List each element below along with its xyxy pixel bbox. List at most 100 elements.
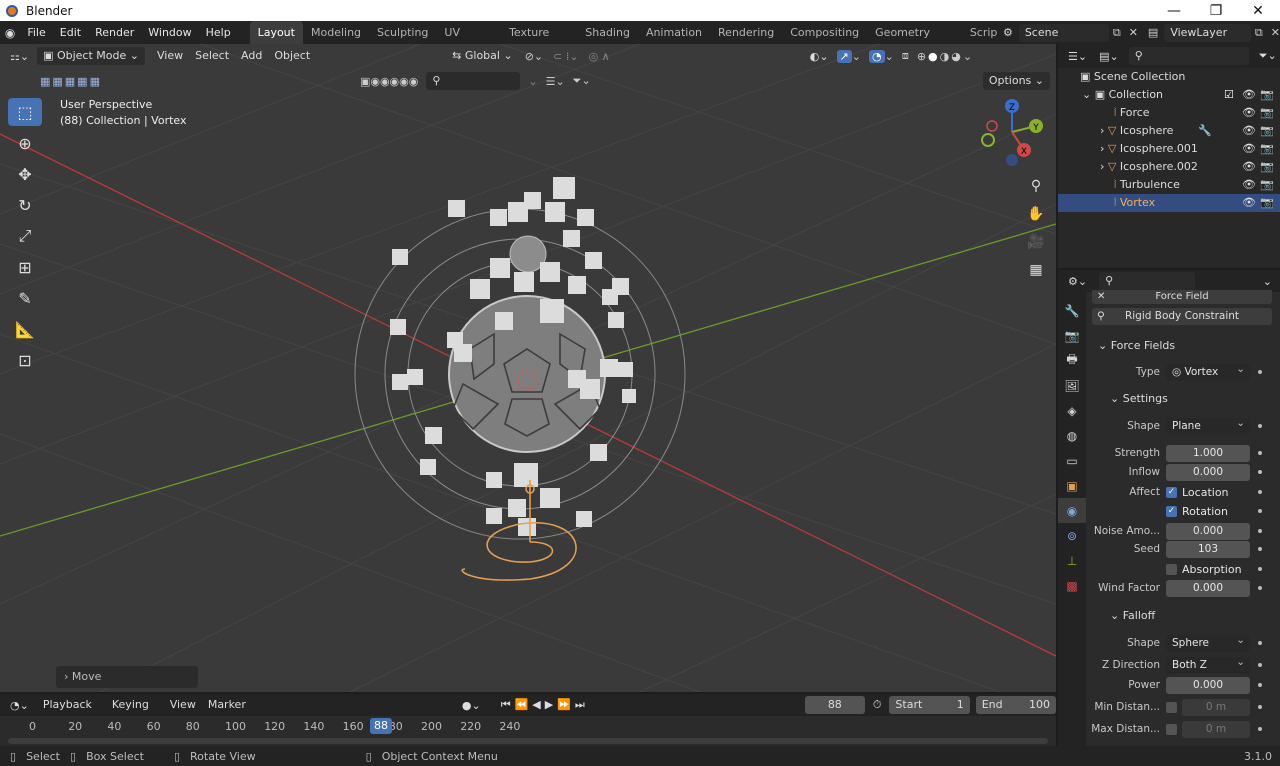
outliner-item-turbulence[interactable]: ⦚ Turbulence 👁 📷 [1058,176,1280,194]
pivot-icon[interactable]: ⊘⌄ [525,50,543,63]
maximize-button[interactable]: ❐ [1196,0,1236,21]
outliner-scene-collection[interactable]: ▣ Scene Collection [1058,68,1280,86]
viewport-menu-add[interactable]: Add [235,47,268,65]
rigid-body-constraint-button[interactable]: ⚲ Rigid Body Constraint [1092,308,1272,325]
force-fields-panel-header[interactable]: ⌄ Force Fields [1086,336,1280,356]
scene-copy-icon[interactable]: ⧉ [1113,26,1121,40]
shading-rendered-icon[interactable]: ◕ [951,50,961,63]
add-cube-tool-icon[interactable]: ⊡ [8,346,42,374]
tab-scripting[interactable]: Scripting [962,21,997,44]
outliner-filter-icon[interactable]: ⏷⌄ [1259,49,1277,63]
output-tab-icon[interactable]: 🖶 [1058,348,1086,373]
tab-animation[interactable]: Animation [638,21,710,44]
shape-keyframe-dot[interactable] [1258,424,1262,428]
seed-keyframe-dot[interactable] [1258,547,1262,551]
seed-field[interactable]: 103 [1166,540,1250,558]
blender-menu-icon[interactable]: ◉ [0,26,20,40]
absorption-keyframe-dot[interactable] [1258,567,1262,571]
shading-material-icon[interactable]: ◑ [940,50,950,63]
texture-tab-icon[interactable]: ▩ [1058,573,1086,598]
strength-keyframe-dot[interactable] [1258,451,1262,455]
outliner-item-icosphere-002[interactable]: › ▽ Icosphere.002 👁 📷 [1058,158,1280,176]
falloff-shape-keyframe-dot[interactable] [1258,641,1262,645]
icosphere-eye-icon[interactable]: 👁 [1242,122,1256,140]
falloff-panel-header[interactable]: ⌄ Falloff [1086,606,1280,626]
outliner-editor-icon[interactable]: ☰⌄ [1068,50,1087,63]
shading-wireframe-icon[interactable]: ⊕ [917,50,926,63]
timeline-menu-view[interactable]: View [164,696,202,714]
tab-shading[interactable]: Shading [577,21,638,44]
render-tab-icon[interactable]: 📷 [1058,323,1086,348]
min-distance-field[interactable]: 0 m [1182,698,1250,716]
tab-uv-editing[interactable]: UV Editing [436,21,501,62]
scene-tab-icon[interactable]: ◈ [1058,398,1086,423]
timeline-menu-marker[interactable]: Marker [202,696,252,714]
vortex-eye-icon[interactable]: 👁 [1242,194,1256,212]
affect-rotation-keyframe-dot[interactable] [1258,509,1262,513]
collection-checkbox-icon[interactable]: ☑ [1224,86,1234,104]
force-eye-icon[interactable]: 👁 [1242,104,1256,122]
filter-icons[interactable]: ▣◉◉◉◉◉ [360,75,418,88]
camera-icon[interactable]: 🎥 [1024,230,1048,254]
menu-edit[interactable]: Edit [53,21,88,44]
outliner-search-input[interactable]: ⚲ [1128,47,1249,65]
strength-field[interactable]: 1.000 [1166,444,1250,462]
affect-location-checkbox[interactable]: ✓ [1166,486,1177,498]
proportional-edit-icon[interactable]: ◎ ∧ [589,50,610,63]
end-frame-field[interactable]: End 100 [975,696,1056,714]
close-window-button[interactable]: ✕ [1238,0,1278,21]
power-keyframe-dot[interactable] [1258,683,1262,687]
icosphere-002-eye-icon[interactable]: 👁 [1242,158,1256,176]
shape-dropdown[interactable]: Plane [1166,415,1250,435]
object-tab-icon[interactable]: ▣ [1058,473,1086,498]
type-keyframe-dot[interactable] [1258,370,1262,374]
cursor-tool-icon[interactable]: ⊕ [8,129,42,157]
z-direction-keyframe-dot[interactable] [1258,663,1262,667]
viewport-sort-icon[interactable]: ⌄ [528,75,537,88]
timeline-menu-keying[interactable]: Keying ⌄ [106,696,164,729]
outliner-item-icosphere[interactable]: › ▽ Icosphere 🔧 👁 📷 [1058,122,1280,140]
mode-selector[interactable]: ▣ Object Mode ⌄ [37,47,145,65]
menu-window[interactable]: Window [141,21,198,44]
collection-camera-icon[interactable]: 📷 [1260,86,1274,104]
outliner-collection[interactable]: ⌄ ▣ Collection ☑ 👁 📷 [1058,86,1280,104]
minimize-button[interactable]: — [1154,0,1194,21]
icosphere-001-camera-icon[interactable]: 📷 [1260,140,1274,158]
properties-editor-icon[interactable]: ⚙⌄ [1068,275,1087,288]
outliner-display-icon[interactable]: ▤⌄ [1099,50,1119,63]
min-distance-checkbox[interactable] [1166,701,1177,713]
outliner-item-icosphere-001[interactable]: › ▽ Icosphere.001 👁 📷 [1058,140,1280,158]
timeline-scrollbar[interactable] [8,738,1048,744]
viewport-search-input[interactable]: ⚲ [426,72,521,90]
power-field[interactable]: 0.000 [1166,676,1250,694]
force-camera-icon[interactable]: 📷 [1260,104,1274,122]
navigation-gizmo[interactable]: Z Y X [978,96,1050,168]
menu-render[interactable]: Render [88,21,141,44]
tab-compositing[interactable]: Compositing [782,21,867,44]
noise-field[interactable]: 0.000 [1166,522,1250,540]
view-layer-copy-icon[interactable]: ⧉ [1255,26,1263,40]
view-layer-tab-icon[interactable]: 🖼 [1058,373,1086,398]
measure-tool-icon[interactable]: 📐 [8,315,42,343]
properties-search-input[interactable]: ⚲ [1099,272,1196,290]
force-field-button[interactable]: ✕ Force Field [1092,290,1272,304]
outliner-item-force[interactable]: ⦚ Force 👁 📷 [1058,104,1280,122]
inflow-field[interactable]: 0.000 [1166,463,1250,481]
view-layer-close-icon[interactable]: ✕ [1271,26,1280,39]
options-dropdown[interactable]: Options ⌄ [982,72,1050,90]
move-tool-icon[interactable]: ✥ [8,160,42,188]
last-operator-panel[interactable]: › Move [56,666,198,688]
noise-keyframe-dot[interactable] [1258,529,1262,533]
menu-help[interactable]: Help [199,21,238,44]
viewport-menu-select[interactable]: Select [189,47,235,65]
collection-eye-icon[interactable]: 👁 [1242,86,1256,104]
annotate-tool-icon[interactable]: ✎ [8,284,42,312]
properties-options-icon[interactable]: ⌄ [1263,275,1272,288]
turbulence-eye-icon[interactable]: 👁 [1242,176,1256,194]
max-distance-field[interactable]: 0 m [1182,720,1250,738]
icosphere-002-camera-icon[interactable]: 📷 [1260,158,1274,176]
timeline-ruler[interactable]: 0 20 40 60 80 100 120 140 160 180 200 220 240 88 [0,716,1056,746]
viewport-menu-object[interactable]: Object [268,47,316,65]
select-tool-icon[interactable]: ⬚ [8,98,42,126]
view-layer-selector[interactable]: ViewLayer [1164,23,1251,42]
